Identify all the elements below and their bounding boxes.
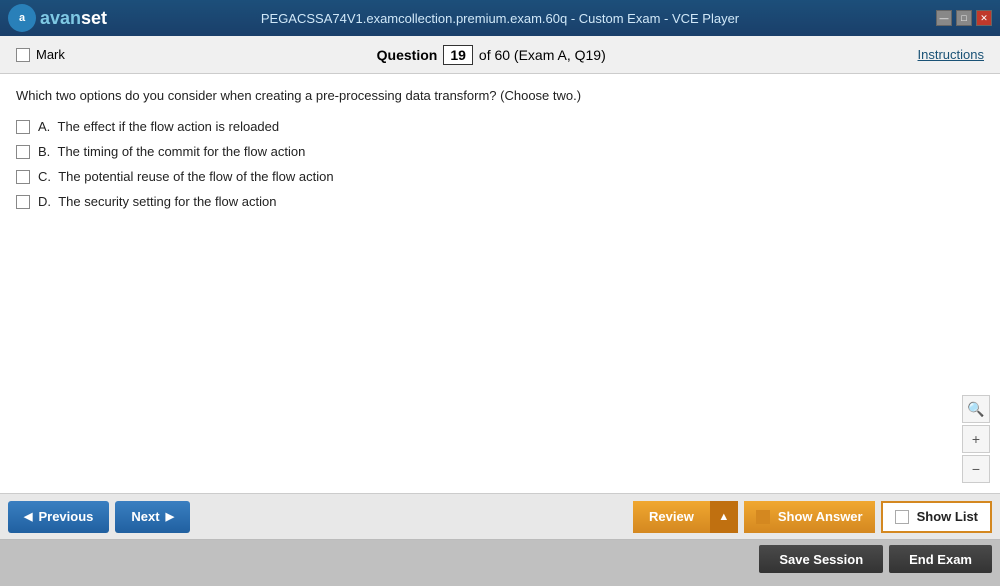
- title-controls: — □ ✕: [936, 10, 992, 26]
- option-d-label: D. The security setting for the flow act…: [38, 194, 276, 209]
- save-session-button[interactable]: Save Session: [759, 545, 883, 573]
- question-nav: Question 19 of 60 (Exam A, Q19): [377, 45, 606, 65]
- instructions-link[interactable]: Instructions: [918, 47, 984, 62]
- checkbox-d[interactable]: [16, 195, 30, 209]
- zoom-controls: 🔍 + −: [962, 395, 990, 483]
- next-button[interactable]: Next ▶: [115, 501, 190, 533]
- option-b-label: B. The timing of the commit for the flow…: [38, 144, 305, 159]
- review-dropdown-icon[interactable]: ▲: [710, 501, 738, 533]
- main-content: Which two options do you consider when c…: [0, 74, 1000, 494]
- previous-button[interactable]: ◀ Previous: [8, 501, 109, 533]
- checkbox-a[interactable]: [16, 120, 30, 134]
- restore-button[interactable]: □: [956, 10, 972, 26]
- bottom-nav: ◀ Previous Next ▶ Review ▲ Show Answer S…: [0, 494, 1000, 540]
- show-answer-button[interactable]: Show Answer: [744, 501, 875, 533]
- session-bar: Save Session End Exam: [0, 540, 1000, 578]
- zoom-search-icon[interactable]: 🔍: [962, 395, 990, 423]
- window-title: PEGACSSA74V1.examcollection.premium.exam…: [261, 11, 739, 26]
- minimize-button[interactable]: —: [936, 10, 952, 26]
- question-text: Which two options do you consider when c…: [16, 88, 984, 103]
- question-label: Question: [377, 47, 438, 63]
- option-c-label: C. The potential reuse of the flow of th…: [38, 169, 334, 184]
- title-bar-left: a avanset: [8, 4, 107, 32]
- checkbox-b[interactable]: [16, 145, 30, 159]
- question-header: Mark Question 19 of 60 (Exam A, Q19) Ins…: [0, 36, 1000, 74]
- review-button[interactable]: Review ▲: [633, 501, 738, 533]
- show-answer-icon: [756, 510, 770, 524]
- close-button[interactable]: ✕: [976, 10, 992, 26]
- prev-arrow-icon: ◀: [24, 510, 32, 523]
- end-exam-button[interactable]: End Exam: [889, 545, 992, 573]
- option-d: D. The security setting for the flow act…: [16, 194, 984, 209]
- zoom-in-button[interactable]: +: [962, 425, 990, 453]
- question-number: 19: [443, 45, 473, 65]
- option-a-label: A. The effect if the flow action is relo…: [38, 119, 279, 134]
- show-list-button[interactable]: Show List: [881, 501, 992, 533]
- logo-icon: a: [8, 4, 36, 32]
- option-b: B. The timing of the commit for the flow…: [16, 144, 984, 159]
- next-arrow-icon: ▶: [166, 510, 174, 523]
- option-a: A. The effect if the flow action is relo…: [16, 119, 984, 134]
- zoom-out-button[interactable]: −: [962, 455, 990, 483]
- mark-checkbox[interactable]: [16, 48, 30, 62]
- title-bar: a avanset PEGACSSA74V1.examcollection.pr…: [0, 0, 1000, 36]
- logo-text: avanset: [40, 8, 107, 29]
- mark-label: Mark: [36, 47, 65, 62]
- checkbox-c[interactable]: [16, 170, 30, 184]
- logo: a avanset: [8, 4, 107, 32]
- option-c: C. The potential reuse of the flow of th…: [16, 169, 984, 184]
- mark-area: Mark: [16, 47, 65, 62]
- show-list-icon: [895, 510, 909, 524]
- total-questions: of 60 (Exam A, Q19): [479, 47, 606, 63]
